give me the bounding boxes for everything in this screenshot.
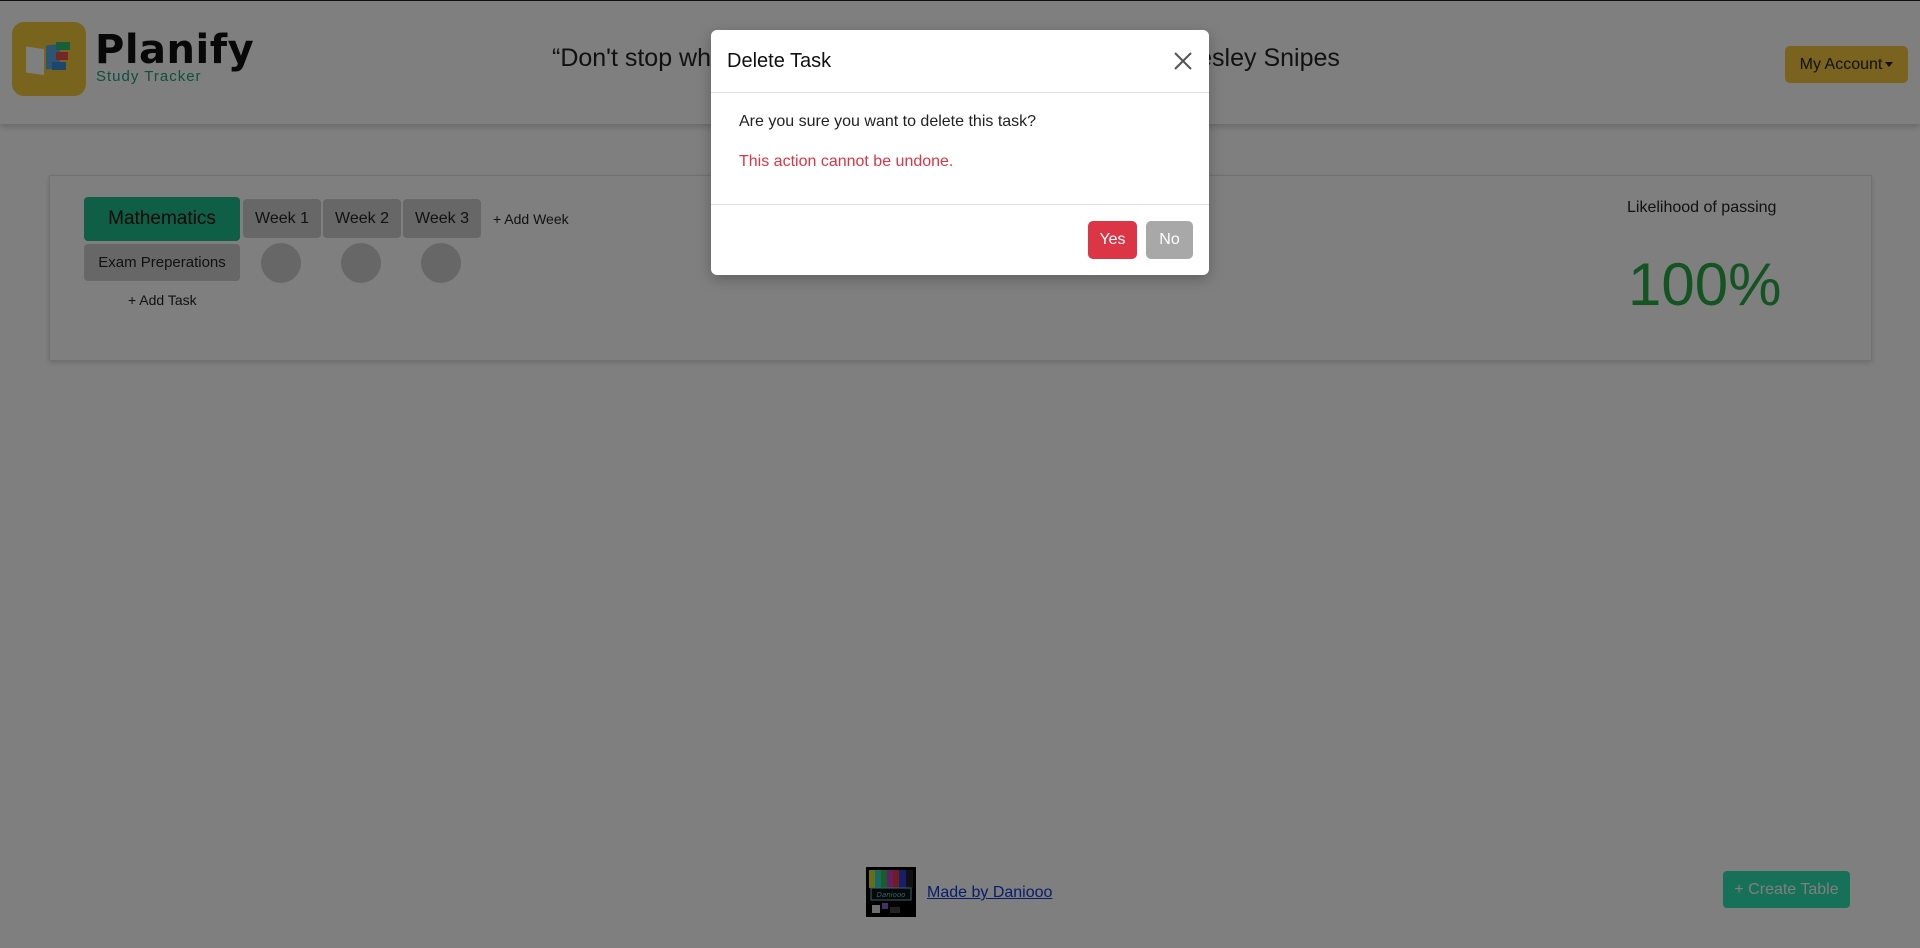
modal-message: Are you sure you want to delete this tas… xyxy=(739,113,1037,130)
confirm-yes-button[interactable]: Yes xyxy=(1088,221,1137,259)
modal-header: Delete Task xyxy=(711,30,1209,93)
modal-warning: This action cannot be undone. xyxy=(739,153,954,170)
modal-title: Delete Task xyxy=(727,50,832,72)
delete-task-modal: Delete Task Are you sure you want to del… xyxy=(711,30,1209,275)
close-icon[interactable] xyxy=(1172,50,1194,72)
cancel-no-button[interactable]: No xyxy=(1146,221,1193,259)
